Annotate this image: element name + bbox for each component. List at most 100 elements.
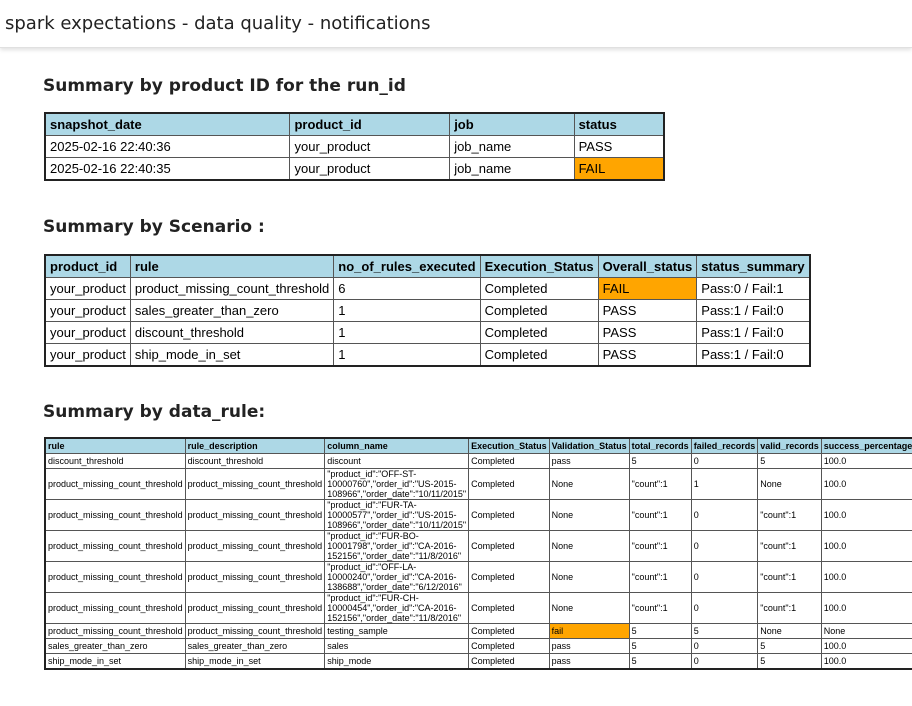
table-cell: pass [548,653,630,670]
column-header: failed_records [690,437,759,454]
table-cell: Completed [468,592,550,624]
table-cell: Pass:0 / Fail:1 [696,277,811,300]
table-cell: ship_mode_in_set [184,653,326,670]
table-cell: 100.0 [820,592,912,624]
table-cell: 0 [690,592,759,624]
table-cell: "product_id":"FUR-TA-10000577","order_id… [324,499,470,531]
table-cell: Completed [479,321,599,344]
table-cell: product_missing_count_threshold [44,561,186,593]
column-header: Overall_status [597,254,698,278]
data-rule-summary-table: rule rule_description column_name Execution… [44,437,912,670]
table-row: your_product ship_mode_in_set 1 Completed PA… [44,343,811,367]
table-cell: 100.0 [820,561,912,593]
table-cell: fail [548,623,630,639]
column-header: product_id [289,112,451,136]
table-cell: product_missing_count_threshold [44,468,186,500]
table-cell: Completed [468,499,550,531]
table-cell: None [548,592,630,624]
table-row: product_missing_count_threshold product_m… [44,561,912,593]
table-row: discount_threshold discount_threshold disc… [44,453,912,469]
table-cell: sales_greater_than_zero [44,638,186,654]
table-cell: "count":1 [757,561,822,593]
column-header: Validation_Status [548,437,630,454]
product-summary-table: snapshot_date product_id job status 2025-02-… [44,112,665,181]
table-row: 2025-02-16 22:40:35 your_product job_name F… [44,157,665,181]
table-cell: PASS [573,135,665,158]
table-cell: sales_greater_than_zero [129,299,335,322]
table-cell: product_missing_count_threshold [44,623,186,639]
table-cell: Completed [479,299,599,322]
table-cell: Pass:1 / Fail:0 [696,321,811,344]
table-cell: "count":1 [628,592,692,624]
table-cell: your_product [44,321,131,344]
table-cell: None [757,623,822,639]
table-cell: 5 [628,653,692,670]
column-header: status [573,112,665,136]
table-cell: 0 [690,653,759,670]
table-cell: product_missing_count_threshold [184,592,326,624]
table-cell: 0 [690,499,759,531]
table-cell: 100.0 [820,653,912,670]
table-cell: None [548,499,630,531]
table-cell: discount_threshold [129,321,335,344]
table-cell: sales_greater_than_zero [184,638,326,654]
table-cell: Completed [468,468,550,500]
table-cell: product_missing_count_threshold [129,277,335,300]
table-cell: 2025-02-16 22:40:36 [44,135,291,158]
table-cell: discount_threshold [44,453,186,469]
table-cell: 0 [690,453,759,469]
table-cell: Completed [468,561,550,593]
section-title-product-summary: Summary by product ID for the run_id [43,76,406,96]
table-cell: Completed [468,653,550,670]
section-title-scenario-summary: Summary by Scenario : [43,217,265,237]
table-cell: 100.0 [820,453,912,469]
header-row: snapshot_date product_id job status [44,112,665,136]
table-cell: 5 [690,623,759,639]
table-cell: "count":1 [757,592,822,624]
table-cell: None [757,468,822,500]
table-cell: 1 [333,299,481,322]
table-cell: "count":1 [757,499,822,531]
table-cell: "count":1 [628,468,692,500]
table-cell: discount_threshold [184,453,326,469]
header-row: product_id rule no_of_rules_executed Execut… [44,254,811,278]
table-cell: "count":1 [628,561,692,593]
table-cell: 5 [757,653,822,670]
table-cell: sales [324,638,470,654]
column-header: valid_records [757,437,822,454]
table-cell: "product_id":"FUR-CH-10000454","order_id… [324,592,470,624]
table-cell: testing_sample [324,623,470,639]
table-cell: product_missing_count_threshold [184,530,326,562]
table-cell: product_missing_count_threshold [184,499,326,531]
table-cell: PASS [597,299,698,322]
table-row: sales_greater_than_zero sales_greater_tha… [44,638,912,654]
table-cell: 100.0 [820,468,912,500]
table-row: product_missing_count_threshold product_m… [44,623,912,639]
table-row: your_product discount_threshold 1 Completed… [44,321,811,344]
column-header: job [449,112,575,136]
table-cell: job_name [449,157,575,181]
table-cell: Completed [468,530,550,562]
title-bar: spark expectations - data quality - noti… [0,0,912,48]
table-cell: PASS [597,343,698,367]
table-cell: product_missing_count_threshold [184,623,326,639]
table-row: product_missing_count_threshold product_m… [44,592,912,624]
table-cell: "count":1 [628,499,692,531]
table-cell: pass [548,453,630,469]
table-cell: 100.0 [820,499,912,531]
table-cell: None [548,468,630,500]
table-cell: job_name [449,135,575,158]
table-cell: product_missing_count_threshold [44,592,186,624]
table-cell: None [548,530,630,562]
table-cell: 100.0 [820,638,912,654]
page-title: spark expectations - data quality - noti… [5,13,431,34]
table-cell: your_product [44,343,131,367]
table-cell: product_missing_count_threshold [44,499,186,531]
table-cell: None [820,623,912,639]
table-cell: "product_id":"OFF-LA-10000240","order_id… [324,561,470,593]
table-cell: Pass:1 / Fail:0 [696,343,811,367]
table-cell: your_product [289,135,451,158]
table-cell: Pass:1 / Fail:0 [696,299,811,322]
column-header: total_records [628,437,692,454]
table-cell: pass [548,638,630,654]
